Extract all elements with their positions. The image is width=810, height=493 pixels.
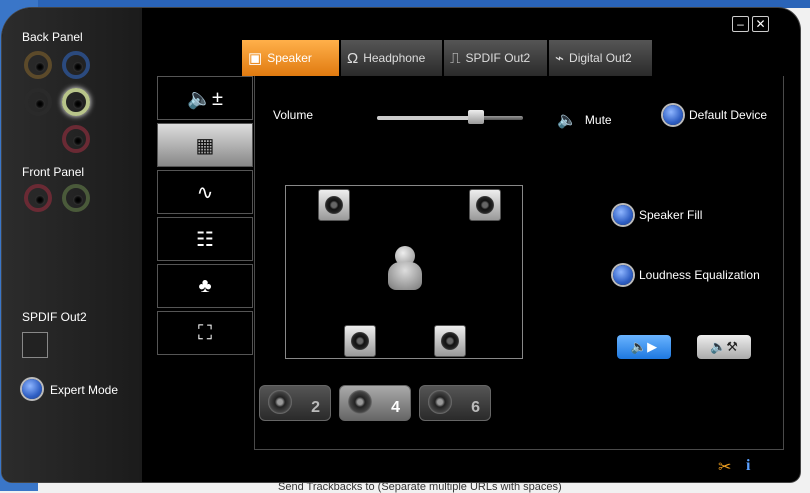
front-left-speaker[interactable] (318, 189, 350, 221)
front-jack-pink[interactable] (24, 184, 52, 212)
speaker-plus-minus-icon: 🔈± (187, 87, 223, 110)
expert-mode-label: Expert Mode (50, 383, 119, 397)
volume-slider[interactable] (377, 110, 523, 124)
tab-digital-out2[interactable]: ⌁ Digital Out2 (549, 40, 653, 76)
page-status-text: Send Trackbacks to (Separate multiple UR… (278, 481, 562, 493)
front-panel-label: Front Panel (22, 165, 85, 179)
loudness-eq-option[interactable]: Loudness Equalization (613, 265, 760, 285)
front-jack-green[interactable] (62, 184, 90, 212)
sidebar-speaker-config[interactable]: ▦ (157, 123, 253, 167)
tools-icon[interactable]: ✂ (718, 457, 731, 477)
rear-right-speaker[interactable] (434, 325, 466, 357)
back-jack-green[interactable] (62, 88, 90, 116)
tab-headphone[interactable]: Ω Headphone (341, 40, 443, 76)
environment-icon: ♣ (198, 274, 212, 297)
default-device-label: Default Device (689, 108, 768, 122)
channel-config-label: 4 (391, 399, 400, 416)
speaker-fill-radio[interactable] (613, 205, 633, 225)
default-device-radio[interactable] (663, 105, 683, 125)
digital-out-icon: ⌁ (555, 50, 565, 67)
channel-config-label: 2 (311, 399, 320, 416)
speaker-play-icon: 🔈▶ (630, 339, 658, 354)
back-jack-pink[interactable] (62, 125, 90, 153)
back-jack-black[interactable] (24, 88, 52, 116)
front-right-speaker[interactable] (469, 189, 501, 221)
speaker-settings-panel: Volume 🔈 Mute Default Device Speaker Fil… (254, 76, 784, 450)
speaker-layout-room (285, 185, 523, 359)
tab-spdif-out2[interactable]: ⎍ SPDIF Out2 (444, 40, 548, 76)
rear-left-speaker[interactable] (344, 325, 376, 357)
tab-speaker[interactable]: ▣ Speaker (242, 40, 340, 76)
mute-speaker-icon: 🔈 (557, 112, 577, 129)
surround-speakers-icon: ▦ (195, 134, 215, 157)
tab-label: SPDIF Out2 (465, 51, 531, 65)
equalizer-icon: ☷ (196, 228, 214, 251)
channel-config-2[interactable]: 2 (259, 385, 331, 421)
channel-config-4[interactable]: 4 (339, 385, 411, 421)
channel-config-6[interactable]: 6 (419, 385, 491, 421)
room-correction-icon: ⛶ (198, 321, 212, 344)
speaker-mini-icon (268, 390, 292, 414)
speaker-settings-button[interactable]: 🔈⚒ (697, 335, 751, 359)
spdif-icon: ⎍ (450, 49, 461, 67)
loudness-eq-label: Loudness Equalization (639, 268, 760, 282)
tab-label: Speaker (267, 51, 312, 65)
sidebar-equalizer[interactable]: ☷ (157, 217, 253, 261)
speaker-icon: ▣ (248, 50, 263, 67)
speaker-fill-option[interactable]: Speaker Fill (613, 205, 702, 225)
volume-slider-fill (377, 116, 477, 120)
sidebar-volume-levels[interactable]: 🔈± (157, 76, 253, 120)
tab-label: Headphone (363, 51, 426, 65)
speaker-mini-icon (428, 390, 452, 414)
expert-mode-radio[interactable] (22, 379, 42, 399)
close-button[interactable]: ✕ (752, 16, 769, 32)
speaker-fill-label: Speaker Fill (639, 208, 703, 222)
speaker-mini-icon (348, 390, 372, 414)
back-jack-orange[interactable] (24, 51, 52, 79)
volume-label: Volume (273, 108, 314, 122)
speaker-tools-icon: 🔈⚒ (710, 339, 738, 354)
back-panel-label: Back Panel (22, 30, 83, 44)
volume-slider-knob[interactable] (468, 110, 485, 124)
info-icon[interactable]: i (746, 457, 750, 475)
test-play-button[interactable]: 🔈▶ (617, 335, 671, 359)
loudness-eq-radio[interactable] (613, 265, 633, 285)
mute-label: Mute (584, 113, 612, 127)
audio-manager-window: Back Panel Front Panel SPDIF Out2 Expert… (2, 8, 800, 482)
feature-sidebar: 🔈± ▦ ∿ ☷ ♣ ⛶ (157, 76, 255, 358)
default-device-option[interactable]: Default Device (663, 105, 767, 125)
minimize-button[interactable]: – (732, 16, 749, 32)
waveform-icon: ∿ (196, 181, 214, 204)
tab-label: Digital Out2 (569, 51, 632, 65)
headphone-icon: Ω (347, 49, 359, 67)
sidebar-environment[interactable]: ♣ (157, 264, 253, 308)
spdif-label: SPDIF Out2 (22, 310, 87, 324)
sidebar-sound-effects[interactable]: ∿ (157, 170, 253, 214)
spdif-port-icon[interactable] (22, 332, 48, 358)
listener-figure (386, 246, 424, 294)
back-jack-blue[interactable] (62, 51, 90, 79)
sidebar-room-correction[interactable]: ⛶ (157, 311, 253, 355)
desktop-background-top (0, 0, 810, 8)
connector-panel: Back Panel Front Panel SPDIF Out2 Expert… (2, 8, 142, 482)
mute-toggle[interactable]: 🔈 Mute (557, 110, 612, 130)
channel-config-label: 6 (471, 399, 480, 416)
